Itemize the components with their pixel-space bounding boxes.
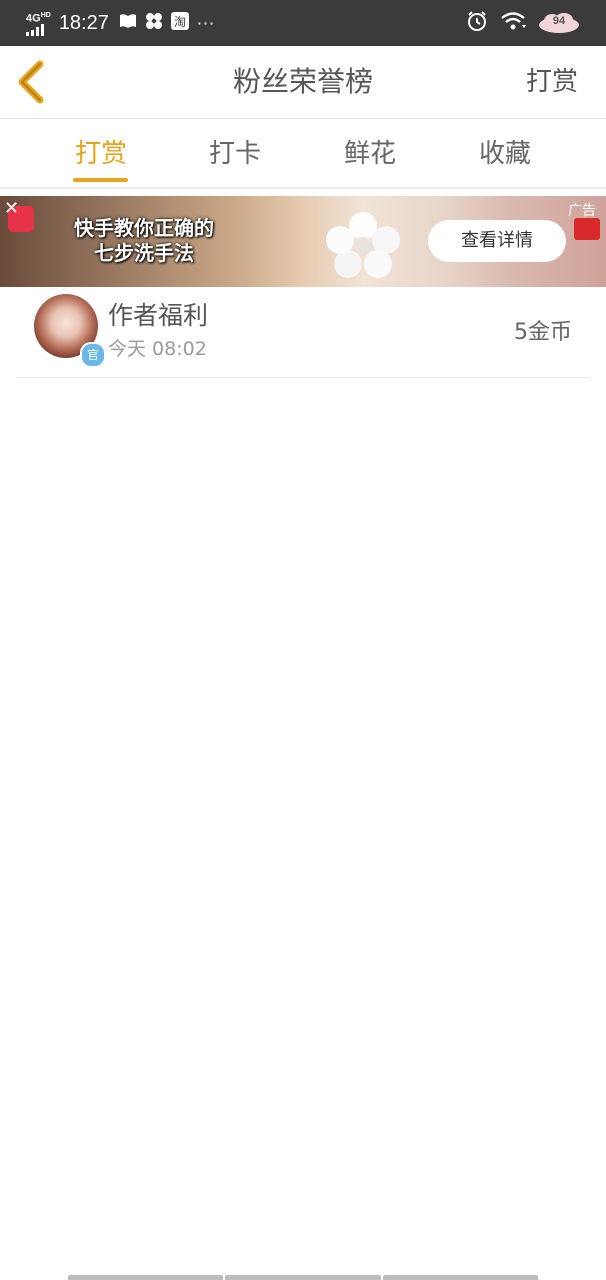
ad-headline: 快手教你正确的 七步洗手法	[54, 216, 234, 266]
tab-flowers[interactable]: 鲜花	[310, 119, 430, 185]
ad-headline-line2: 七步洗手法	[94, 241, 194, 265]
battery-level: 94	[552, 15, 566, 27]
network-indicator: 4GHD	[26, 10, 51, 37]
close-icon[interactable]: ✕	[4, 198, 19, 219]
network-label: 4GHD	[26, 11, 51, 25]
ad-label: 广告	[568, 203, 596, 219]
alarm-icon	[466, 10, 488, 36]
tab-favorites[interactable]: 收藏	[445, 119, 565, 185]
page-title: 粉丝荣誉榜	[232, 65, 373, 98]
status-right: 94	[466, 9, 580, 37]
view-details-button[interactable]: 查看详情	[428, 220, 566, 262]
more-notifications-icon: ···	[196, 13, 216, 33]
cotton-flower-image	[326, 212, 400, 278]
signal-icon	[26, 24, 44, 37]
reward-amount: 5金币	[514, 320, 572, 345]
status-left: 4GHD 18:27 淘 ···	[26, 8, 215, 38]
title-bar: 粉丝荣誉榜 打赏	[0, 46, 606, 119]
active-tab-indicator	[73, 178, 128, 182]
list-item[interactable]: 官 作者福利 今天 08:02 5金币	[16, 290, 590, 378]
user-name: 作者福利	[108, 301, 209, 330]
wifi-icon	[500, 11, 526, 35]
official-badge-icon: 官	[80, 342, 106, 368]
tab-checkin[interactable]: 打卡	[175, 119, 295, 185]
reward-button[interactable]: 打赏	[526, 46, 578, 118]
book-icon	[119, 13, 137, 33]
pinwheel-icon	[145, 12, 163, 34]
taobao-icon: 淘	[170, 12, 189, 34]
gesture-bar[interactable]	[68, 1275, 538, 1280]
tab-bar: 打赏 打卡 鲜花 收藏	[0, 119, 606, 189]
svg-text:淘: 淘	[174, 15, 186, 29]
clock: 18:27	[58, 11, 109, 34]
red-envelope-icon[interactable]	[574, 218, 600, 240]
reward-time: 今天 08:02	[108, 338, 207, 360]
tab-reward[interactable]: 打赏	[41, 119, 161, 185]
battery-icon: 94	[538, 12, 580, 34]
ad-headline-line1: 快手教你正确的	[74, 216, 214, 240]
ad-banner[interactable]: ✕ 快手教你正确的 七步洗手法 查看详情 广告	[0, 196, 606, 287]
status-bar: 4GHD 18:27 淘 ··· 94	[0, 0, 606, 46]
